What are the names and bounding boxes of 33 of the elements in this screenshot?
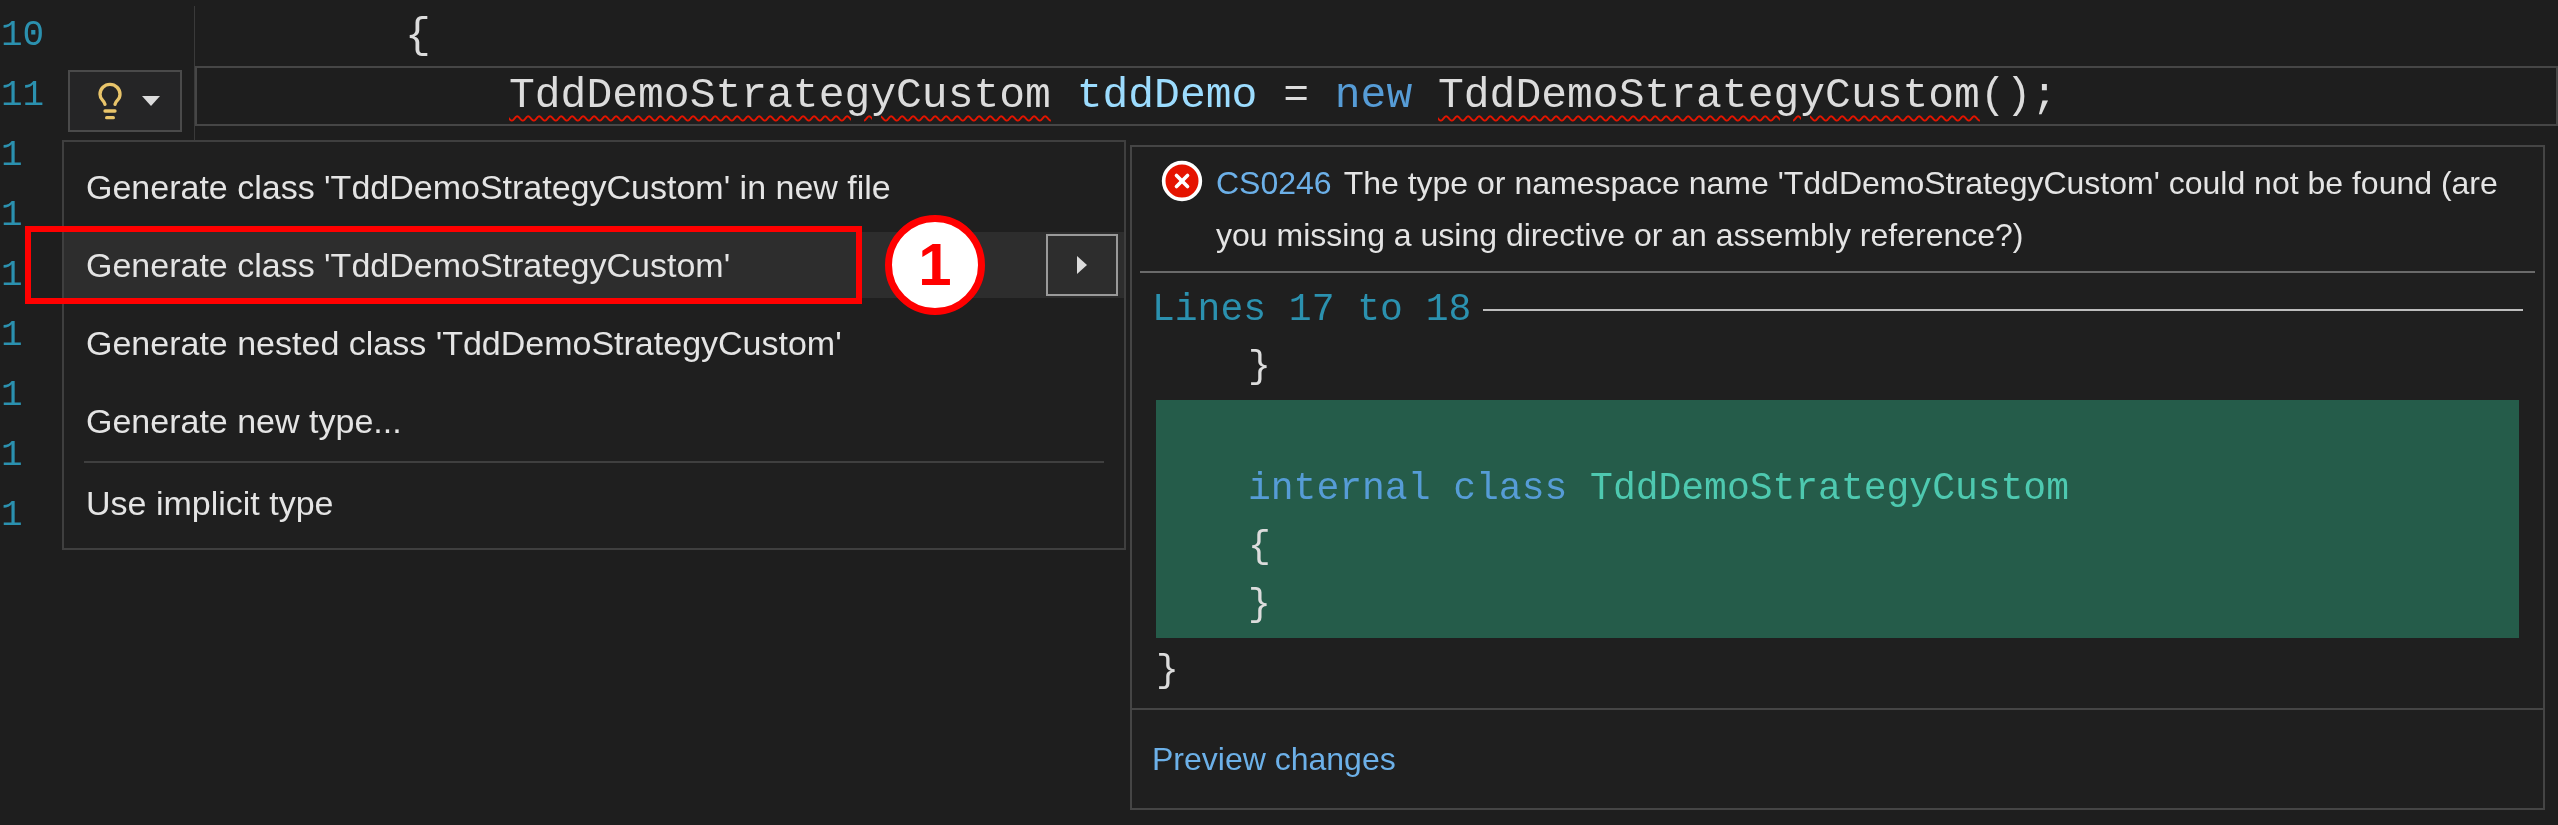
code-token: tddDemo	[1076, 70, 1258, 120]
line-number: 1	[1, 194, 23, 238]
line-number: 1	[1, 254, 23, 298]
line-number: 1	[1, 374, 23, 418]
menu-item[interactable]: Generate new type...	[64, 388, 1124, 454]
line-number: 1	[1, 494, 23, 538]
code-token: }	[1248, 583, 1271, 626]
line-range-label: Lines 17 to 18	[1152, 287, 1472, 333]
code-token: {	[1248, 525, 1271, 568]
preview-changes-link[interactable]: Preview changes	[1152, 735, 1396, 783]
line-number: 1	[1, 134, 23, 178]
code-token: =	[1283, 70, 1309, 120]
menu-item[interactable]: Use implicit type	[64, 470, 1124, 536]
code-token: TddDemoStrategyCustom	[1438, 70, 1980, 120]
lightbulb-button[interactable]	[68, 70, 182, 132]
line-number: 1	[1, 314, 23, 358]
code-token: internal class	[1248, 467, 1568, 510]
submenu-arrow-button[interactable]	[1046, 234, 1118, 296]
right-triangle-icon	[1077, 256, 1087, 274]
line-number: 1	[1, 434, 23, 478]
error-icon	[1160, 159, 1204, 203]
code-token: TddDemoStrategyCustom	[509, 70, 1051, 120]
code-token: {	[405, 10, 431, 60]
line-number: 10	[1, 14, 45, 58]
line-number: 11	[1, 74, 45, 118]
error-message: CS0246 The type or namespace name 'TddDemoStrategyCustom' could not be found (are you missing a using directive or an assembly reference?)	[1216, 164, 2499, 255]
error-code-link[interactable]: CS0246	[1216, 165, 1332, 201]
code-token: TddDemoStrategyCustom	[1590, 467, 2069, 510]
code-token: }	[1156, 649, 1179, 692]
caret-icon	[142, 96, 160, 106]
code-token: new	[1334, 70, 1413, 120]
code-token: ();	[1979, 70, 2058, 120]
code-token: }	[1248, 345, 1271, 388]
